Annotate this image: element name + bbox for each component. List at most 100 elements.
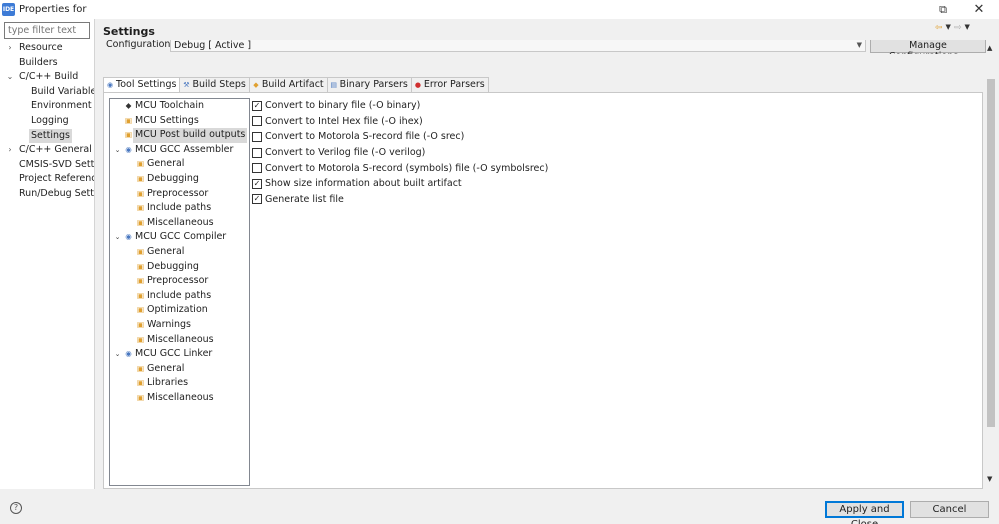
nav-item[interactable]: Run/Debug Settir bbox=[0, 187, 95, 202]
artifact-icon: ◆ bbox=[253, 81, 259, 89]
tree-node[interactable]: ▣ Debugging bbox=[110, 260, 249, 275]
tool-icon: ◉ bbox=[125, 349, 132, 359]
tree-node[interactable]: ▣ MCU Settings bbox=[110, 114, 249, 129]
forward-dropdown-icon[interactable]: ▼ bbox=[964, 23, 969, 33]
configuration-value: Debug [ Active ] bbox=[174, 40, 252, 51]
chevron-down-icon[interactable]: ⌄ bbox=[113, 230, 122, 245]
option-label[interactable]: Convert to binary file (-O binary) bbox=[265, 100, 420, 111]
tree-node[interactable]: ▣ Include paths bbox=[110, 201, 249, 216]
nav-item[interactable]: › Resource bbox=[0, 41, 94, 56]
nav-item[interactable]: Logging bbox=[0, 114, 94, 129]
option-checkbox[interactable] bbox=[252, 194, 262, 205]
tree-node-label: Debugging bbox=[147, 260, 199, 272]
nav-item[interactable]: › C/C++ General bbox=[0, 143, 94, 158]
chevron-down-icon[interactable]: ⌄ bbox=[5, 70, 15, 85]
cancel-button[interactable]: Cancel bbox=[910, 501, 989, 518]
tree-node[interactable]: ▣ MCU Post build outputs bbox=[110, 128, 249, 143]
page-vertical-scrollbar[interactable]: ▼ bbox=[984, 77, 998, 489]
option-label[interactable]: Convert to Verilog file (-O verilog) bbox=[265, 147, 425, 158]
tree-node-label: Libraries bbox=[147, 377, 189, 389]
gear-icon: ◉ bbox=[106, 81, 114, 89]
chevron-down-icon[interactable]: ⌄ bbox=[113, 143, 122, 158]
tool-settings-panel: ◆ MCU Toolchain ▣ MCU Settings ▣ MCU Post bui… bbox=[103, 92, 983, 489]
tree-node[interactable]: ▣ General bbox=[110, 245, 249, 260]
nav-item[interactable]: Build Variables bbox=[0, 85, 94, 100]
tree-node[interactable]: ▣ Optimization bbox=[110, 303, 249, 318]
nav-item-label: Resource bbox=[19, 42, 63, 53]
tree-node-label: Preprocessor bbox=[147, 187, 209, 199]
page-scroll-up[interactable]: ▲ bbox=[984, 42, 998, 72]
tree-node-label: General bbox=[147, 245, 185, 257]
manage-configurations-button[interactable]: Manage Configurations... bbox=[870, 40, 986, 54]
nav-item-label: Run/Debug Settir bbox=[19, 187, 95, 199]
nav-item[interactable]: Builders bbox=[0, 56, 94, 71]
tree-node[interactable]: ⌄ ◉ MCU GCC Assembler bbox=[110, 143, 249, 158]
restore-button[interactable]: ⧉ bbox=[926, 0, 960, 19]
tree-node[interactable]: ▣ Preprocessor bbox=[110, 274, 249, 289]
nav-item[interactable]: Settings bbox=[0, 128, 94, 144]
chevron-down-icon[interactable]: ⌄ bbox=[113, 347, 122, 362]
option-checkbox[interactable] bbox=[252, 147, 262, 158]
tool-settings-tree: ◆ MCU Toolchain ▣ MCU Settings ▣ MCU Post bui… bbox=[109, 98, 250, 486]
tree-node[interactable]: ▣ Libraries bbox=[110, 376, 249, 391]
nav-item[interactable]: Project Reference: bbox=[0, 172, 94, 187]
nav-item-label: Logging bbox=[31, 114, 69, 126]
tab[interactable]: ⚒ Build Steps bbox=[179, 77, 250, 92]
tree-node-label: Preprocessor bbox=[147, 275, 209, 287]
back-arrow-icon[interactable]: ⇦ bbox=[935, 23, 943, 33]
tab[interactable]: ◆ Build Artifact bbox=[248, 77, 328, 92]
option-checkbox[interactable] bbox=[252, 163, 262, 174]
close-button[interactable]: ✕ bbox=[962, 0, 996, 19]
settings-page-icon: ▣ bbox=[124, 115, 133, 125]
tree-node[interactable]: ◆ MCU Toolchain bbox=[110, 99, 249, 114]
nav-item[interactable]: Environment bbox=[0, 99, 94, 114]
tree-node[interactable]: ▣ Miscellaneous bbox=[110, 391, 249, 406]
apply-and-close-button[interactable]: Apply and Close bbox=[825, 501, 904, 524]
option-row: Generate list file bbox=[252, 192, 548, 208]
scroll-down-icon[interactable]: ▼ bbox=[987, 475, 992, 483]
tab[interactable]: ◉ Tool Settings bbox=[103, 77, 181, 92]
history-nav: ⇦ ▼ ⇨ ▼ bbox=[935, 23, 970, 33]
tab[interactable]: ● Error Parsers bbox=[410, 77, 489, 92]
nav-item-label: Builders bbox=[19, 56, 58, 68]
tree-node[interactable]: ▣ General bbox=[110, 157, 249, 172]
tree-node-label: MCU GCC Linker bbox=[135, 348, 213, 360]
option-label[interactable]: Convert to Motorola S-record (symbols) f… bbox=[265, 163, 548, 174]
tab[interactable]: ▤ Binary Parsers bbox=[326, 77, 412, 92]
option-row: Convert to Intel Hex file (-O ihex) bbox=[252, 114, 548, 130]
option-label[interactable]: Show size information about built artifa… bbox=[265, 178, 462, 189]
tree-node[interactable]: ⌄ ◉ MCU GCC Compiler bbox=[110, 230, 249, 245]
tree-node-label: Include paths bbox=[147, 202, 212, 214]
forward-arrow-icon[interactable]: ⇨ bbox=[954, 23, 962, 33]
option-checkbox[interactable] bbox=[252, 116, 262, 127]
tree-node[interactable]: ▣ Miscellaneous bbox=[110, 216, 249, 231]
scroll-up-icon[interactable]: ▲ bbox=[987, 44, 992, 52]
option-label[interactable]: Generate list file bbox=[265, 194, 344, 205]
settings-page-icon: ▣ bbox=[136, 305, 145, 315]
filter-input[interactable] bbox=[4, 22, 90, 39]
back-dropdown-icon[interactable]: ▼ bbox=[946, 23, 951, 33]
tree-node-label: Miscellaneous bbox=[147, 216, 214, 228]
option-label[interactable]: Convert to Motorola S-record file (-O sr… bbox=[265, 131, 464, 142]
tree-node[interactable]: ▣ Debugging bbox=[110, 172, 249, 187]
configuration-select[interactable]: Debug [ Active ] ▼ bbox=[170, 40, 866, 52]
option-checkbox[interactable] bbox=[252, 178, 262, 189]
option-label[interactable]: Convert to Intel Hex file (-O ihex) bbox=[265, 116, 423, 127]
nav-item[interactable]: CMSIS-SVD Setti bbox=[0, 158, 94, 173]
chevron-right-icon[interactable]: › bbox=[5, 41, 15, 56]
tree-node-label: Warnings bbox=[147, 318, 192, 330]
option-checkbox[interactable] bbox=[252, 100, 262, 111]
option-checkbox[interactable] bbox=[252, 131, 262, 142]
tree-node[interactable]: ⌄ ◉ MCU GCC Linker bbox=[110, 347, 249, 362]
tree-node[interactable]: ▣ Preprocessor bbox=[110, 187, 249, 202]
tree-node[interactable]: ▣ Include paths bbox=[110, 289, 249, 304]
tree-node-label: MCU Settings bbox=[135, 114, 199, 126]
nav-item[interactable]: ⌄ C/C++ Build bbox=[0, 70, 94, 85]
help-icon[interactable]: ? bbox=[10, 502, 22, 514]
scroll-thumb[interactable] bbox=[987, 79, 995, 427]
chevron-right-icon[interactable]: › bbox=[5, 143, 15, 158]
option-row: Convert to Motorola S-record (symbols) f… bbox=[252, 160, 548, 176]
tree-node[interactable]: ▣ General bbox=[110, 362, 249, 377]
tree-node[interactable]: ▣ Miscellaneous bbox=[110, 333, 249, 348]
tree-node[interactable]: ▣ Warnings bbox=[110, 318, 249, 333]
